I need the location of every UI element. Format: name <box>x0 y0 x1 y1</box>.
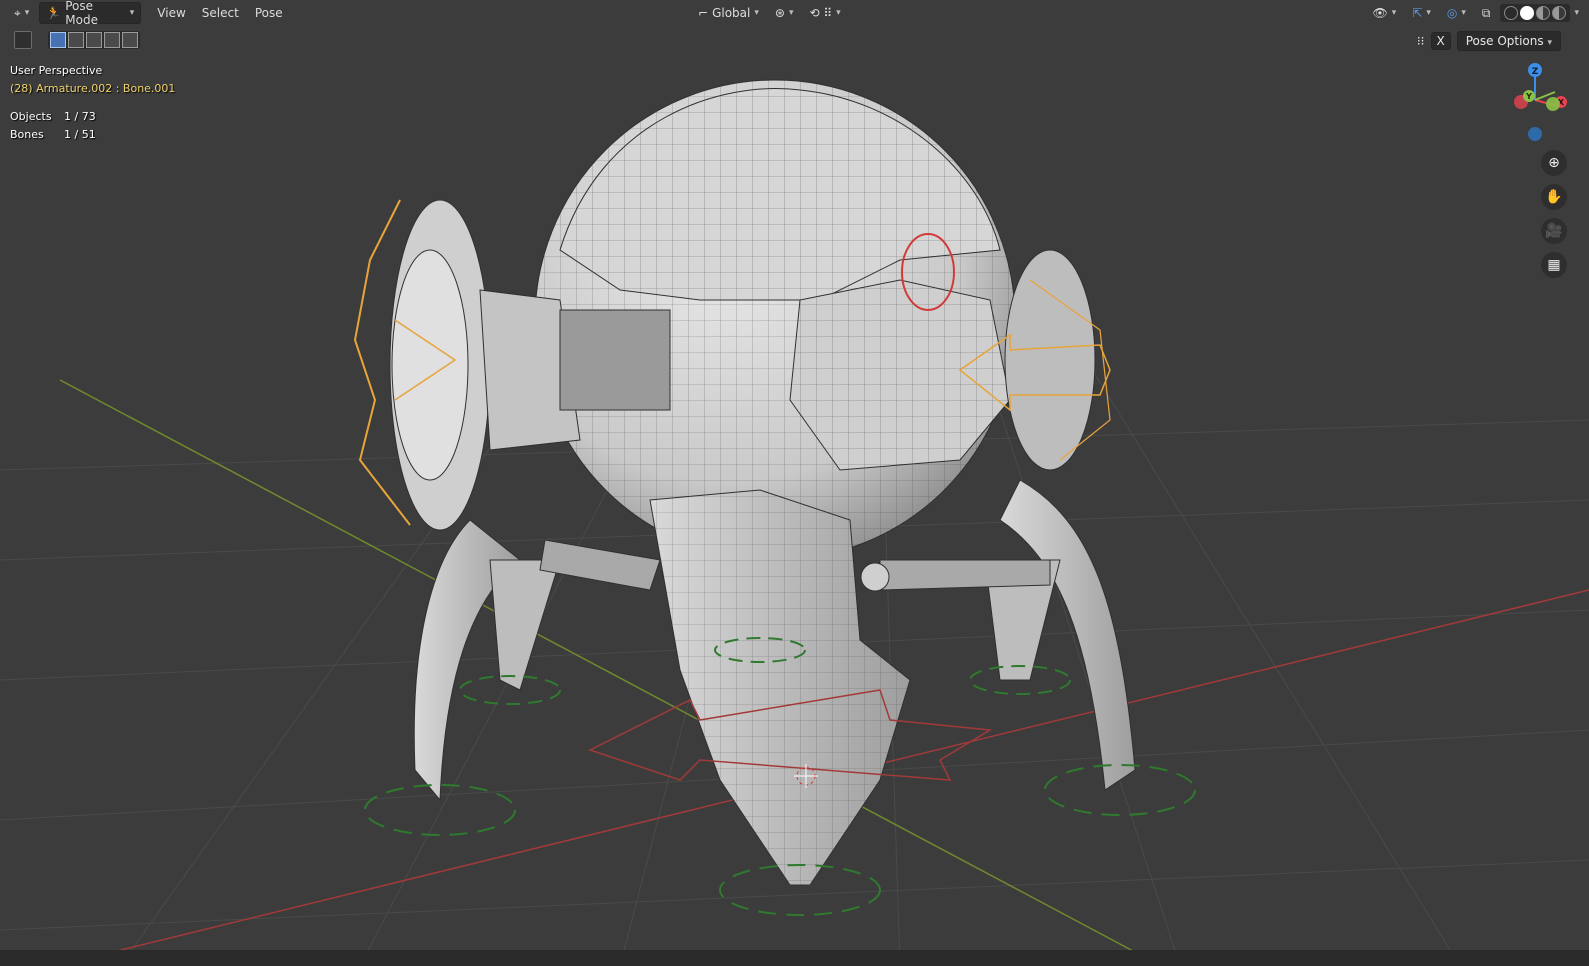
chevron-down-icon: ▾ <box>24 8 30 18</box>
stat-value: 1 / 51 <box>64 128 96 141</box>
solid-shading-icon[interactable] <box>1520 6 1535 20</box>
navigation-gizmo[interactable]: Z Y X <box>1495 58 1575 148</box>
perspective-grid-icon[interactable]: ▦ <box>1541 252 1567 278</box>
shading-modes <box>1500 4 1571 22</box>
chevron-down-icon: ▾ <box>1391 8 1397 18</box>
3d-viewport[interactable] <box>0 0 1589 966</box>
select-tool-icon[interactable] <box>14 31 32 49</box>
xray-icon: ⧉ <box>1481 5 1491 20</box>
viewport-header: ⌖ ▾ 🏃 Pose Mode ▾ View Select Pose ⌐ Glob… <box>0 0 1589 27</box>
chevron-down-icon: ▾ <box>788 8 794 18</box>
neg-y-handle <box>1546 97 1560 111</box>
orientation-label: Global <box>712 6 751 20</box>
select-new-icon[interactable] <box>50 32 66 48</box>
chevron-down-icon: ▾ <box>1547 38 1552 48</box>
overlay-toggle[interactable]: ◎ ▾ <box>1441 3 1472 23</box>
orientation-icon: ⌐ <box>698 6 709 20</box>
select-subtract-icon[interactable] <box>86 32 102 48</box>
y-axis-label: Y <box>1525 92 1532 101</box>
overlay-icon: ◎ <box>1446 6 1458 20</box>
chevron-down-icon: ▾ <box>836 8 841 18</box>
pan-hand-icon[interactable]: ✋ <box>1541 184 1567 210</box>
chevron-down-icon: ▾ <box>1426 8 1431 18</box>
chevron-down-icon: ▾ <box>129 8 135 18</box>
mode-label: Pose Mode <box>65 0 98 27</box>
stat-label: Objects <box>10 110 52 123</box>
chevron-down-icon: ▾ <box>1461 8 1466 18</box>
stat-value: 1 / 73 <box>64 110 96 123</box>
xray-toggle[interactable]: ⧉ <box>1476 3 1497 23</box>
tool-settings <box>14 31 140 49</box>
transform-tools: ⌐ Global ▾ ⊛ ▾ ⟲ ⠿ ▾ <box>692 3 847 23</box>
editor-type-icon: ⌖ <box>14 5 21 20</box>
bottom-border <box>0 950 1589 966</box>
chevron-down-icon: ▾ <box>754 8 759 18</box>
neg-z-handle <box>1528 127 1542 141</box>
zoom-icon[interactable]: ⊕ <box>1541 150 1567 176</box>
editor-type-button[interactable]: ⌖ ▾ <box>8 3 35 23</box>
gizmo-icon: ⇱ <box>1412 6 1423 20</box>
view-tools: 👁 ▾ ⇱ ▾ ◎ ▾ ⧉ ▾ <box>1367 3 1579 23</box>
active-object-info: (28) Armature.002 : Bone.001 <box>10 82 176 95</box>
pose-options-label: Pose Options <box>1465 34 1544 48</box>
scene-canvas[interactable] <box>0 0 1589 966</box>
gizmo-toggle[interactable]: ⇱ ▾ <box>1406 3 1437 23</box>
menu-pose[interactable]: Pose <box>247 6 291 20</box>
wireframe-shading-icon[interactable] <box>1504 6 1519 20</box>
menu-view[interactable]: View <box>149 6 193 20</box>
pose-options-button[interactable]: Pose Options ▾ <box>1456 31 1561 51</box>
rendered-shading-icon[interactable] <box>1552 6 1567 20</box>
select-extend-icon[interactable] <box>68 32 84 48</box>
x-mirror-toggle[interactable]: X <box>1430 32 1451 50</box>
pose-mode-icon: 🏃 <box>46 6 62 20</box>
select-difference-icon[interactable] <box>104 32 120 48</box>
navigation-buttons: ⊕ ✋ 🎥 ▦ <box>1541 150 1567 278</box>
selection-modes <box>48 31 140 49</box>
snap-button[interactable]: ⟲ ⠿ ▾ <box>803 3 846 23</box>
material-shading-icon[interactable] <box>1536 6 1551 20</box>
pose-options-bar: ⁝⁝ X Pose Options ▾ <box>1417 31 1561 51</box>
visibility-button[interactable]: 👁 ▾ <box>1367 3 1403 23</box>
orientation-selector[interactable]: ⌐ Global ▾ <box>692 3 765 23</box>
pivot-point-button[interactable]: ⊛ ▾ <box>769 3 800 23</box>
select-intersect-icon[interactable] <box>122 32 138 48</box>
mode-selector[interactable]: 🏃 Pose Mode ▾ <box>39 0 142 27</box>
menu-select[interactable]: Select <box>194 6 247 20</box>
snap-icon: ⟲ ⠿ <box>809 6 833 20</box>
stat-row: Bones 1 / 51 <box>10 126 96 144</box>
viewport-info: User Perspective (28) Armature.002 : Bon… <box>10 62 175 98</box>
pivot-icon: ⊛ <box>774 6 785 20</box>
chevron-down-icon[interactable]: ▾ <box>1574 8 1579 18</box>
viewport-stats: Objects 1 / 73 Bones 1 / 51 <box>10 108 96 144</box>
stat-row: Objects 1 / 73 <box>10 108 96 126</box>
stat-label: Bones <box>10 128 44 141</box>
view-name: User Perspective <box>10 64 103 77</box>
camera-icon[interactable]: 🎥 <box>1541 218 1567 244</box>
mirror-icon[interactable]: ⁝⁝ <box>1417 34 1425 48</box>
eye-icon: 👁 <box>1372 6 1388 20</box>
z-axis-label: Z <box>1532 67 1539 77</box>
